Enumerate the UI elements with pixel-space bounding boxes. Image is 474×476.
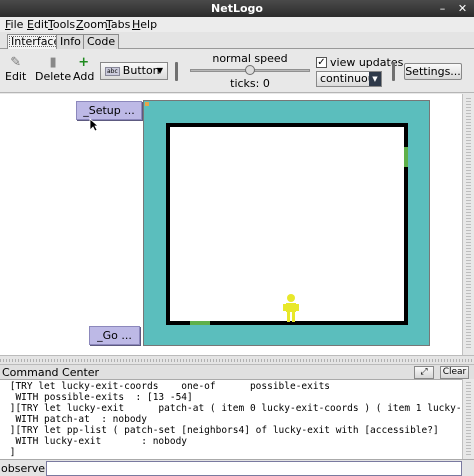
plus-icon: + [78, 55, 90, 70]
separator [175, 62, 178, 81]
room-floor [168, 125, 406, 322]
expand-icon[interactable]: ⤢ [414, 366, 434, 379]
output-line: WITH lucky-exit : nobody [4, 436, 188, 447]
menu-help[interactable]: Help [132, 17, 157, 32]
split-pane-divider[interactable] [0, 355, 474, 364]
button-widget-icon: abc [105, 66, 120, 76]
menu-tools[interactable]: Tools [48, 17, 75, 32]
separator [392, 62, 395, 81]
tab-strip: Interface Info Code [0, 32, 474, 49]
close-button[interactable]: ✕ [456, 2, 469, 15]
checkmark-icon: ✓ [317, 57, 326, 68]
command-input[interactable] [46, 461, 462, 476]
add-button[interactable]: + Add [73, 55, 94, 83]
exit-right [404, 147, 408, 167]
update-mode-select[interactable]: continuous ▼ [316, 71, 382, 87]
output-line: WITH patch-at : nobody [4, 414, 147, 425]
window-title: NetLogo [211, 2, 263, 15]
edit-button[interactable]: ✎ Edit [5, 55, 26, 83]
wall-top [166, 123, 408, 127]
mouse-cursor-icon [89, 118, 99, 132]
output-line: ] [4, 447, 16, 458]
go-button[interactable]: _Go ... [89, 326, 140, 345]
setup-button[interactable]: _Setup ... [76, 101, 142, 120]
tab-info[interactable]: Info [56, 34, 85, 49]
chevron-down-icon: ▼ [156, 66, 163, 75]
chevron-down-icon: ▼ [369, 72, 381, 86]
menu-zoom[interactable]: Zoom [76, 17, 108, 32]
command-center-header: Command Center ⤢ Clear [0, 364, 474, 379]
menu-tabs[interactable]: Tabs [106, 17, 130, 32]
interface-scrollbar[interactable] [462, 94, 474, 355]
wall-left [166, 123, 170, 325]
speed-label: normal speed [212, 52, 288, 65]
output-line: WITH possible-exits : [13 -54] [4, 392, 193, 403]
tab-code[interactable]: Code [83, 34, 120, 49]
interface-toolbar: ✎ Edit ▮ Delete + Add abc Button ▼ normal… [0, 50, 474, 93]
command-input-row: observer> [0, 459, 474, 476]
pencil-icon: ✎ [10, 55, 22, 70]
clear-button[interactable]: Clear [440, 366, 469, 379]
minimize-button[interactable]: – [436, 2, 449, 15]
output-line: ][TRY let pp-list ( patch-set [neighbors… [4, 425, 439, 436]
delete-button[interactable]: ▮ Delete [35, 55, 71, 83]
output-line: ][TRY let lucky-exit patch-at ( item 0 l… [9, 403, 462, 414]
widget-type-select[interactable]: abc Button ▼ [100, 62, 168, 80]
command-output-scrollbar[interactable] [462, 379, 474, 459]
settings-button[interactable]: Settings... [404, 63, 462, 80]
world-canvas [166, 123, 408, 325]
world-view[interactable] [143, 100, 430, 346]
speed-slider-knob[interactable] [245, 65, 255, 75]
view-updates-checkbox[interactable]: ✓ [316, 57, 327, 68]
menu-edit[interactable]: Edit [27, 17, 48, 32]
output-line: [TRY let lucky-exit-coords one-of possib… [4, 381, 331, 392]
menu-file[interactable]: File [5, 17, 23, 32]
command-center-title: Command Center [2, 366, 100, 379]
title-bar: NetLogo – ✕ [0, 0, 474, 17]
menu-bar: File Edit Tools Zoom Tabs Help [0, 17, 474, 32]
trash-icon: ▮ [49, 55, 57, 70]
exit-bottom [190, 321, 210, 325]
ticks-counter: ticks: 0 [230, 77, 270, 90]
command-center-output: [TRY let lucky-exit-coords one-of possib… [0, 379, 462, 459]
